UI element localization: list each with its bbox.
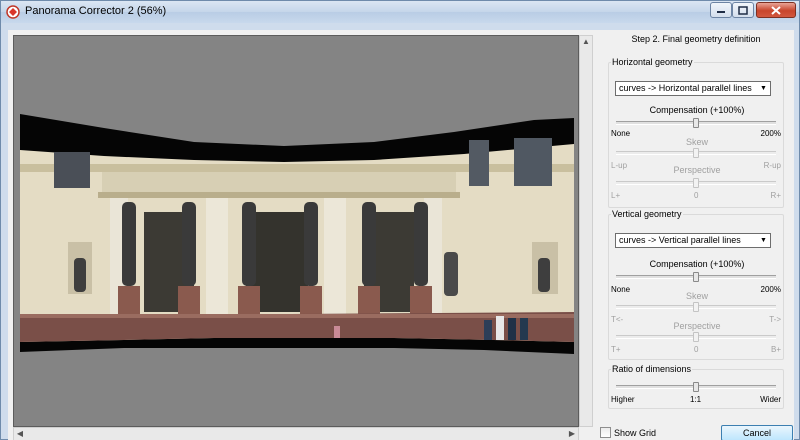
maximize-button[interactable]: [732, 2, 754, 18]
minimize-icon: [716, 10, 725, 13]
close-button[interactable]: [756, 2, 796, 18]
vertical-mode-select[interactable]: curves -> Vertical parallel lines ▼: [615, 233, 771, 248]
h-perspective-min: L+: [611, 191, 621, 200]
ratio-group: Ratio of dimensions Higher 1:1 Wider: [608, 364, 784, 409]
v-perspective-label: Perspective: [673, 321, 721, 331]
step-title: Step 2. Final geometry definition: [631, 34, 761, 44]
horizontal-geometry-title: Horizontal geometry: [611, 57, 694, 67]
title-bar[interactable]: Panorama Corrector 2 (56%): [1, 1, 799, 23]
v-compensation-slider[interactable]: [693, 272, 699, 282]
v-skew-label: Skew: [685, 291, 708, 301]
h-skew-label: Skew: [685, 137, 708, 147]
h-perspective-label: Perspective: [673, 165, 721, 175]
v-compensation-label: Compensation (+100%): [649, 259, 745, 269]
scroll-right-icon[interactable]: ▶: [566, 428, 578, 440]
ratio-min: Higher: [611, 395, 635, 404]
ratio-slider[interactable]: [693, 382, 699, 392]
show-grid-checkbox[interactable]: [600, 427, 611, 438]
vertical-geometry-title: Vertical geometry: [611, 209, 683, 219]
show-grid-label: Show Grid: [614, 427, 657, 438]
h-perspective-max: R+: [770, 191, 781, 200]
app-icon: [6, 5, 20, 19]
v-skew-slider[interactable]: [693, 302, 699, 312]
scroll-left-icon[interactable]: ◀: [14, 428, 26, 440]
geometry-panel: Step 2. Final geometry definition Horizo…: [598, 30, 794, 440]
ratio-title: Ratio of dimensions: [611, 364, 693, 374]
h-compensation-label: Compensation (+100%): [649, 105, 745, 115]
scroll-up-icon[interactable]: ▲: [580, 36, 592, 48]
horizontal-mode-value: curves -> Horizontal parallel lines: [619, 83, 752, 93]
h-skew-slider[interactable]: [693, 148, 699, 158]
v-perspective-max: B+: [770, 345, 781, 354]
vertical-mode-value: curves -> Vertical parallel lines: [619, 235, 741, 245]
h-perspective-center: 0: [694, 191, 699, 200]
cancel-button[interactable]: Cancel: [721, 425, 793, 440]
h-perspective-slider[interactable]: [693, 178, 699, 188]
chevron-down-icon: ▼: [760, 237, 767, 244]
vertical-scrollbar[interactable]: ▲: [579, 35, 593, 427]
horizontal-mode-select[interactable]: curves -> Horizontal parallel lines ▼: [615, 81, 771, 96]
h-compensation-slider[interactable]: [693, 118, 699, 128]
vertical-geometry-group: Vertical geometry curves -> Vertical par…: [608, 209, 784, 360]
v-perspective-slider[interactable]: [693, 332, 699, 342]
app-window: Panorama Corrector 2 (56%) ▲ ◀ ▶ Step 2.…: [0, 0, 800, 440]
horizontal-scrollbar[interactable]: ◀ ▶: [13, 427, 579, 440]
show-grid-toggle[interactable]: Show Grid: [600, 427, 656, 438]
horizontal-geometry-group: Horizontal geometry curves -> Horizontal…: [608, 57, 784, 208]
panorama-preview[interactable]: [13, 35, 579, 427]
ratio-center: 1:1: [690, 395, 702, 404]
chevron-down-icon: ▼: [760, 85, 767, 92]
v-perspective-center: 0: [694, 345, 699, 354]
ratio-max: Wider: [760, 395, 781, 404]
window-title: Panorama Corrector 2 (56%): [25, 5, 167, 17]
panorama-photo: [20, 114, 574, 354]
client-area: ▲ ◀ ▶ Step 2. Final geometry definition …: [8, 30, 794, 440]
v-perspective-min: T+: [611, 345, 621, 354]
close-icon: [771, 5, 781, 15]
minimize-button[interactable]: [710, 2, 732, 18]
h-perspective-right: R-up: [763, 161, 781, 170]
maximize-icon: [738, 5, 748, 15]
